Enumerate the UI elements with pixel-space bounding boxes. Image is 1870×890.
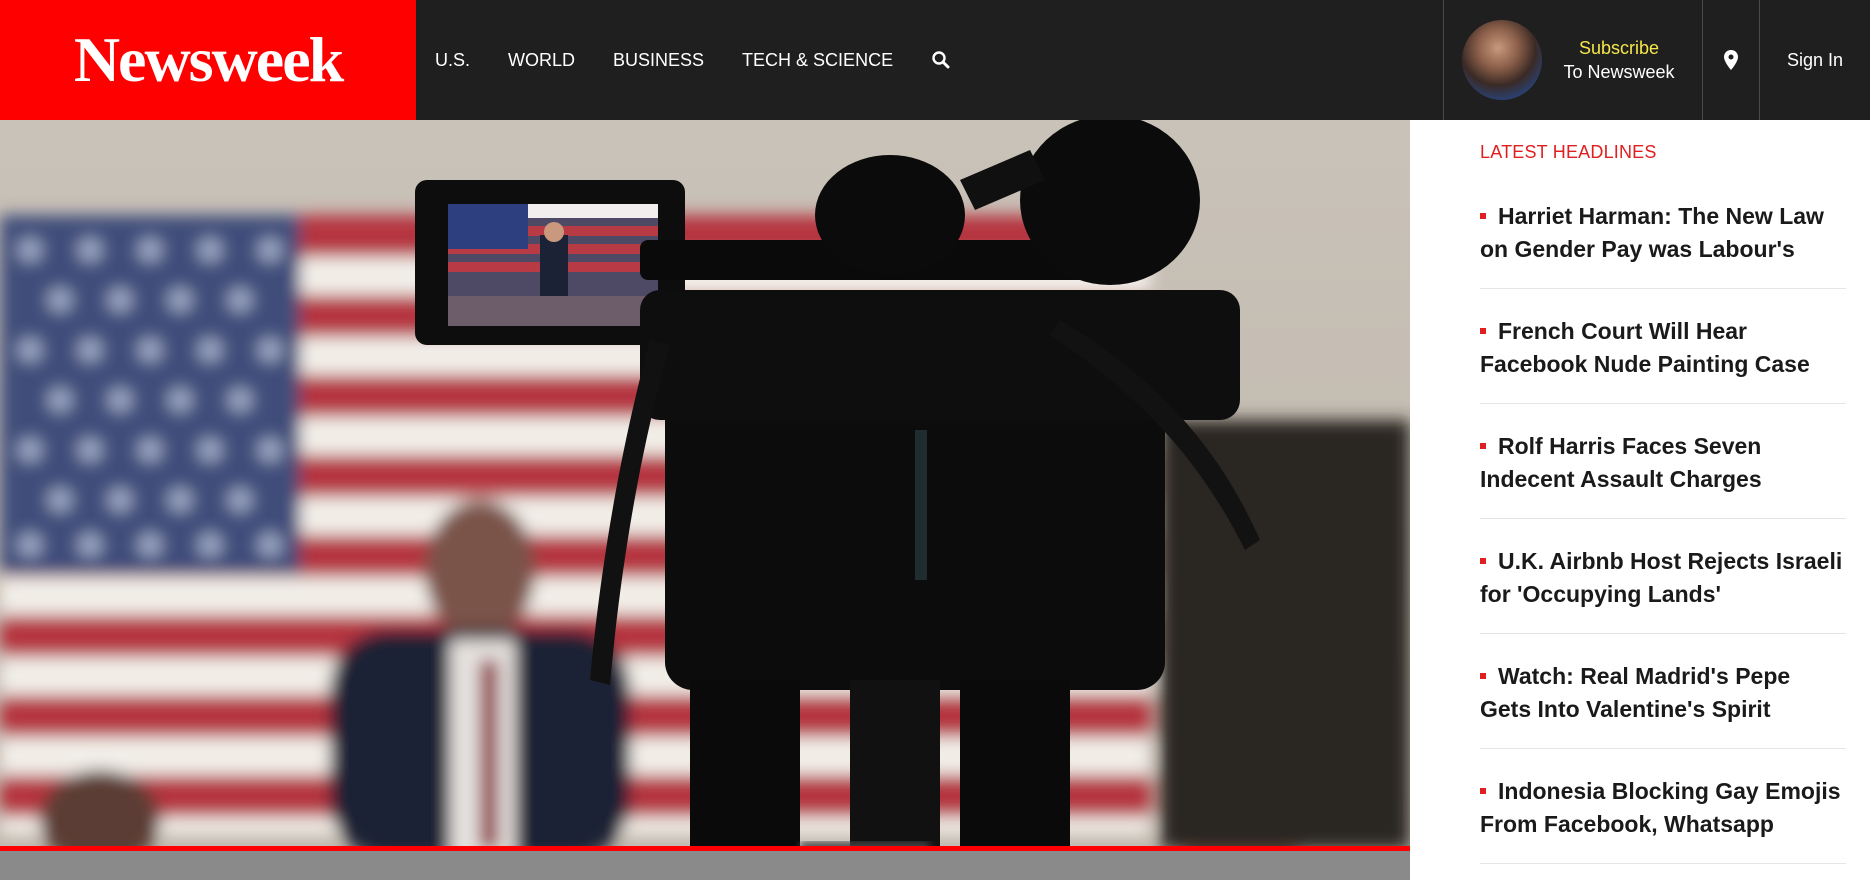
headline-link[interactable]: Harriet Harman: The New Law on Gender Pa…: [1480, 203, 1824, 262]
subscribe-text: Subscribe To Newsweek: [1554, 36, 1684, 84]
logo-text: Newsweek: [73, 24, 344, 95]
map-pin-icon[interactable]: [1703, 0, 1759, 120]
headline-item[interactable]: Watch: Real Madrid's Pepe Gets Into Vale…: [1480, 660, 1846, 749]
subscribe-sublabel: To Newsweek: [1563, 62, 1675, 82]
account-cluster: Subscribe To Newsweek Sign In: [1443, 0, 1870, 120]
top-navigation-bar: Newsweek U.S. WORLD BUSINESS TECH & SCIE…: [0, 0, 1870, 120]
bullet-icon: [1480, 672, 1486, 679]
headline-item[interactable]: Harriet Harman: The New Law on Gender Pa…: [1480, 200, 1846, 289]
sign-in-link[interactable]: Sign In: [1760, 0, 1870, 120]
search-icon[interactable]: [930, 49, 952, 71]
subscribe-button[interactable]: Subscribe To Newsweek: [1444, 0, 1702, 120]
nav-item-business[interactable]: BUSINESS: [613, 50, 704, 71]
nav-item-us[interactable]: U.S.: [435, 50, 470, 71]
newsweek-logo[interactable]: Newsweek: [0, 0, 416, 120]
bullet-icon: [1480, 327, 1486, 334]
bullet-icon: [1480, 557, 1486, 564]
headline-link[interactable]: Indonesia Blocking Gay Emojis From Faceb…: [1480, 778, 1841, 837]
bullet-icon: [1480, 442, 1486, 449]
nav-item-world[interactable]: WORLD: [508, 50, 575, 71]
headline-link[interactable]: French Court Will Hear Facebook Nude Pai…: [1480, 318, 1810, 377]
bullet-icon: [1480, 787, 1486, 794]
headline-list: Harriet Harman: The New Law on Gender Pa…: [1480, 200, 1846, 890]
headline-link[interactable]: U.K. Airbnb Host Rejects Israeli for 'Oc…: [1480, 548, 1842, 607]
bullet-icon: [1480, 212, 1486, 219]
sidebar-title: LATEST HEADLINES: [1480, 142, 1657, 162]
subscribe-label: Subscribe: [1578, 38, 1660, 58]
headline-link[interactable]: Watch: Real Madrid's Pepe Gets Into Vale…: [1480, 663, 1790, 722]
hero-image[interactable]: [0, 120, 1410, 850]
hero-photo-camera-flag: [0, 120, 1410, 850]
magazine-cover-avatar: [1462, 20, 1542, 100]
headline-item[interactable]: U.K. Airbnb Host Rejects Israeli for 'Oc…: [1480, 545, 1846, 634]
headline-item[interactable]: Indonesia Blocking Gay Emojis From Faceb…: [1480, 775, 1846, 864]
headline-link[interactable]: Rolf Harris Faces Seven Indecent Assault…: [1480, 433, 1762, 492]
hero-caption-strip: [0, 851, 1410, 880]
headline-item[interactable]: French Court Will Hear Facebook Nude Pai…: [1480, 315, 1846, 404]
headline-item[interactable]: Rolf Harris Faces Seven Indecent Assault…: [1480, 430, 1846, 519]
latest-headlines-sidebar: LATEST HEADLINES Harriet Harman: The New…: [1410, 120, 1870, 880]
main-nav: U.S. WORLD BUSINESS TECH & SCIENCE: [416, 0, 952, 120]
nav-item-tech-science[interactable]: TECH & SCIENCE: [742, 50, 893, 71]
